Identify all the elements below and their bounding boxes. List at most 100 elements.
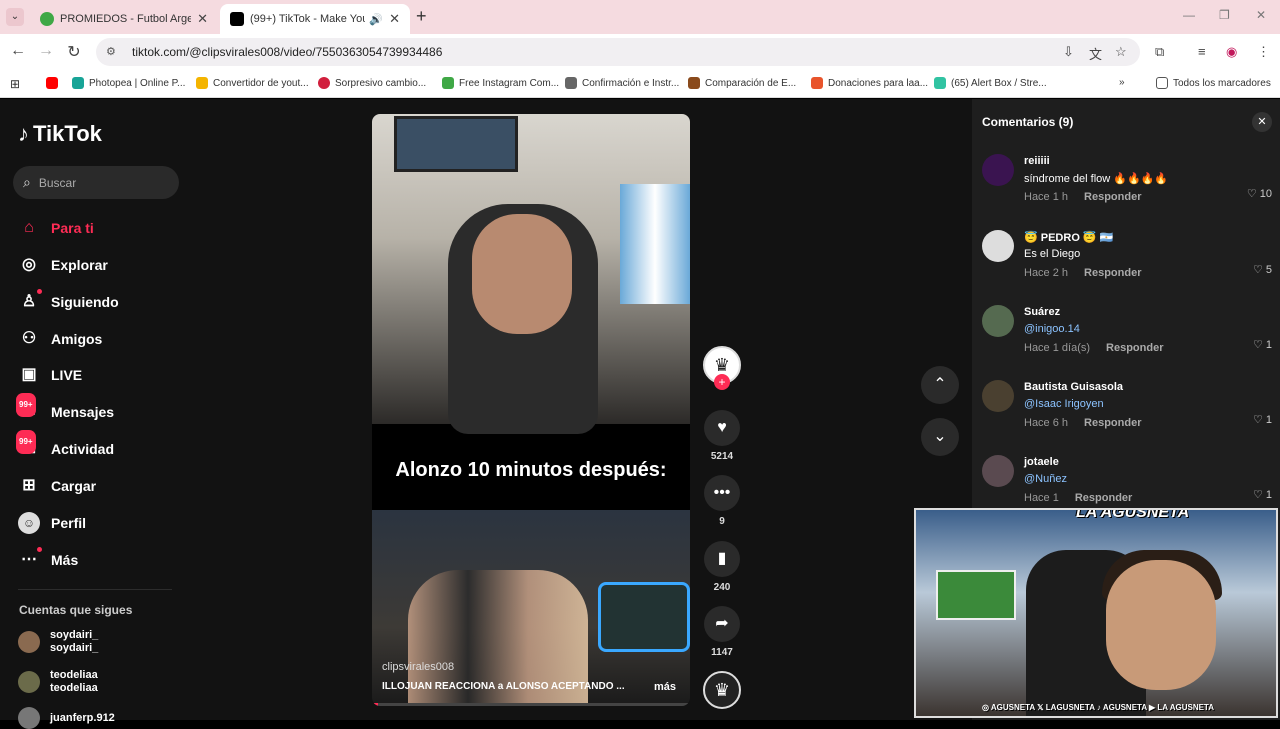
translate-icon[interactable]: 文 <box>1089 44 1102 63</box>
previous-video-button[interactable]: ⌃ <box>921 366 959 404</box>
comment-author[interactable]: 😇 PEDRO 😇 🇦🇷 <box>1024 231 1113 244</box>
heart-outline-icon: ♡ <box>1246 188 1257 200</box>
comment-item: 😇 PEDRO 😇 🇦🇷 Es el Diego Hace 2 h Respond… <box>982 230 1276 300</box>
close-icon[interactable]: ✕ <box>389 11 400 27</box>
close-icon[interactable]: ✕ <box>197 11 208 27</box>
bookmark-confirmacion[interactable]: Confirmación e Instr... <box>565 77 679 89</box>
followed-account[interactable]: teodeliaa teodeliaa <box>18 669 98 695</box>
install-app-icon[interactable]: ⇩ <box>1063 44 1074 60</box>
back-icon[interactable]: ← <box>8 42 28 60</box>
bookmark-alertbox[interactable]: (65) Alert Box / Stre... <box>934 77 1047 89</box>
reload-icon[interactable]: ↻ <box>64 42 84 62</box>
account-username: soydairi_ <box>50 629 99 641</box>
reply-button[interactable]: Responder <box>1075 492 1132 504</box>
video-author[interactable]: clipsvirales008 <box>382 661 454 673</box>
next-video-button[interactable]: ⌄ <box>921 418 959 456</box>
bookmark-comparacion[interactable]: Comparación de E... <box>688 77 796 89</box>
chevron-right-icon[interactable]: » <box>1119 77 1125 88</box>
avatar[interactable] <box>982 380 1014 412</box>
site-settings-icon[interactable]: ⚙ <box>106 45 120 59</box>
tab-tiktok[interactable]: (99+) TikTok - Make Your Day 🔊 ✕ <box>220 4 410 34</box>
close-icon[interactable]: ✕ <box>1252 112 1272 132</box>
comment-button[interactable]: ••• 9 <box>703 475 741 527</box>
profile-icon[interactable]: ◉ <box>1226 44 1237 60</box>
bookmark-sorpresivo[interactable]: Sorpresivo cambio... <box>318 77 426 89</box>
share-button[interactable]: ➦ 1147 <box>703 606 741 658</box>
sound-disc[interactable]: ♛ <box>703 671 741 709</box>
streamlabs-icon <box>934 77 946 89</box>
nav-mensajes[interactable]: ✉99+ Mensajes <box>16 393 114 423</box>
progress-fill <box>372 703 379 706</box>
nav-explorar[interactable]: ◎ Explorar <box>18 254 108 276</box>
comment-mention[interactable]: @Nuñez <box>1024 473 1067 485</box>
comment-author[interactable]: Bautista Guisasola <box>1024 381 1123 393</box>
like-button[interactable]: ♥ 5214 <box>703 410 741 462</box>
nav-actividad[interactable]: ☐99+ Actividad <box>16 430 114 460</box>
video-progress-bar[interactable] <box>372 703 690 706</box>
tiktok-logo[interactable]: ♪ TikTok <box>18 121 102 147</box>
avatar[interactable] <box>982 455 1014 487</box>
tab-promiedos[interactable]: PROMIEDOS - Futbol Argentino ✕ <box>30 4 218 34</box>
media-controls-icon[interactable]: ≡ <box>1198 44 1206 59</box>
bookmark-convertidor[interactable]: Convertidor de yout... <box>196 77 309 89</box>
comment-like[interactable]: ♡ 1 <box>1253 413 1272 426</box>
comment-author[interactable]: Suárez <box>1024 306 1060 318</box>
comment-like[interactable]: ♡ 5 <box>1253 263 1272 276</box>
nav-amigos[interactable]: ⚇ Amigos <box>18 328 103 350</box>
avatar[interactable] <box>982 154 1014 186</box>
new-tab-icon[interactable]: + <box>416 6 427 27</box>
follow-plus-icon[interactable]: + <box>714 374 730 390</box>
comment-mention[interactable]: @inigoo.14 <box>1024 323 1080 335</box>
speaker-icon[interactable]: 🔊 <box>369 13 383 26</box>
bookmark-instagram[interactable]: Free Instagram Com... <box>442 77 559 89</box>
bookmark-photopea[interactable]: Photopea | Online P... <box>72 77 185 89</box>
creator-avatar[interactable]: ♛ + <box>703 346 741 390</box>
tab-search-dropdown-icon[interactable]: ⌄ <box>6 8 24 26</box>
comment-like[interactable]: ♡ 1 <box>1253 488 1272 501</box>
reply-button[interactable]: Responder <box>1106 342 1163 354</box>
followed-account[interactable]: soydairi_ soydairi_ <box>18 629 98 655</box>
comment-author[interactable]: jotaele <box>1024 456 1059 468</box>
nav-mas[interactable]: ⋯ Más <box>18 547 78 571</box>
bookmark-star-icon[interactable]: ☆ <box>1115 44 1127 60</box>
search-input[interactable]: ⌕ Buscar <box>13 166 179 199</box>
reply-button[interactable]: Responder <box>1084 267 1141 279</box>
more-button[interactable]: más <box>654 681 676 693</box>
avatar[interactable] <box>982 305 1014 337</box>
comment-text: Es el Diego <box>1024 248 1081 260</box>
restore-icon[interactable]: ❐ <box>1219 8 1230 22</box>
window-close-icon[interactable]: ✕ <box>1256 8 1266 22</box>
minimize-icon[interactable]: — <box>1183 8 1195 22</box>
video-player[interactable]: Alonzo 10 minutos después: clipsvirales0… <box>372 114 690 706</box>
nav-perfil[interactable]: ☺ Perfil <box>18 512 86 534</box>
address-bar[interactable]: ⚙ tiktok.com/@clipsvirales008/video/7550… <box>96 38 1140 66</box>
comment-author[interactable]: reiiiii <box>1024 155 1050 167</box>
account-name: soydairi_ <box>50 642 99 654</box>
nav-siguiendo[interactable]: ♙ Siguiendo <box>18 289 119 313</box>
comment-like[interactable]: ♡ 10 <box>1247 187 1272 200</box>
nav-para-ti[interactable]: ⌂ Para ti <box>18 217 94 239</box>
avatar[interactable] <box>982 230 1014 262</box>
reply-button[interactable]: Responder <box>1084 417 1141 429</box>
extensions-icon[interactable]: ⧉ <box>1155 44 1164 60</box>
all-bookmarks[interactable]: Todos los marcadores <box>1156 77 1271 89</box>
menu-icon[interactable]: ⋮ <box>1257 44 1270 60</box>
comment-time: Hace 6 h <box>1024 417 1069 429</box>
save-button[interactable]: ▮ 240 <box>703 541 741 593</box>
forward-icon[interactable]: → <box>36 42 56 60</box>
comment-like[interactable]: ♡ 1 <box>1253 338 1272 351</box>
nav-label: Amigos <box>51 331 103 347</box>
bookmark-donaciones[interactable]: Donaciones para laa... <box>811 77 928 89</box>
bookmark-youtube[interactable] <box>46 77 63 89</box>
nav-cargar[interactable]: ⊞ Cargar <box>18 475 96 497</box>
comment-mention[interactable]: @Isaac Irigoyen <box>1024 398 1104 410</box>
nav-label: LIVE <box>51 367 83 383</box>
notification-dot <box>37 289 42 294</box>
share-icon: ➦ <box>704 606 740 642</box>
reply-button[interactable]: Responder <box>1084 191 1141 203</box>
apps-icon[interactable]: ⊞ <box>10 77 20 91</box>
bookmark-label: Donaciones para laa... <box>828 77 929 89</box>
bookmark-label: Free Instagram Com... <box>459 77 560 89</box>
followed-account[interactable]: juanferp.912 <box>18 707 115 729</box>
nav-live[interactable]: ▣ LIVE <box>18 364 82 386</box>
